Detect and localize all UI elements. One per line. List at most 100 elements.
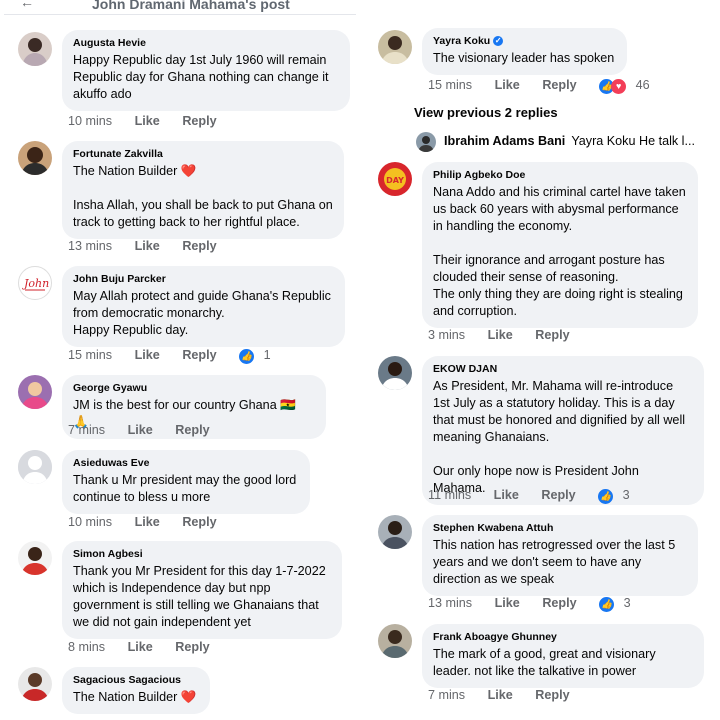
- reaction-count: 3: [622, 488, 630, 502]
- comment-time: 10 mins: [68, 515, 113, 529]
- right-comments-panel: Yayra Koku ✓ The visionary leader has spo…: [364, 0, 716, 720]
- reply-button[interactable]: Reply: [175, 640, 209, 654]
- comment-time: 7 mins: [68, 423, 106, 437]
- comment-actions: 15 mins Like Reply 👍 1: [68, 348, 290, 364]
- comment-actions: 15 mins Like Reply 👍 ♥ 46: [428, 78, 669, 94]
- comment-bubble: Asieduwas Eve Thank u Mr president may t…: [62, 450, 310, 514]
- avatar[interactable]: DAY: [378, 162, 412, 196]
- commenter-name[interactable]: EKOW DJAN: [433, 363, 693, 376]
- commenter-name[interactable]: John Buju Parcker: [73, 273, 334, 286]
- commenter-name[interactable]: Frank Aboagye Ghunney: [433, 631, 693, 644]
- comment-time: 7 mins: [428, 688, 466, 702]
- comment-text: As President, Mr. Mahama will re-introdu…: [433, 379, 686, 495]
- comment-text: Nana Addo and his criminal cartel have t…: [433, 185, 686, 318]
- reaction-summary[interactable]: 👍 3: [599, 596, 650, 612]
- commenter-name[interactable]: Philip Agbeko Doe: [433, 169, 687, 182]
- comment-text: The Nation Builder ❤️: [73, 690, 197, 704]
- comment-bubble: Fortunate Zakvilla The Nation Builder ❤️…: [62, 141, 344, 239]
- left-comments-panel: ← John Dramani Mahama's post Augusta Hev…: [4, 0, 356, 720]
- comment-text: May Allah protect and guide Ghana's Repu…: [73, 289, 331, 337]
- comment-actions: 8 mins Like Reply: [68, 640, 229, 654]
- comment-time: 15 mins: [428, 78, 473, 92]
- comment-actions: 10 mins Like Reply: [68, 515, 236, 529]
- comment-text: The Nation Builder ❤️ Insha Allah, you s…: [73, 164, 333, 229]
- comment-actions: 13 mins Like Reply: [68, 239, 236, 253]
- comment-time: 15 mins: [68, 348, 113, 362]
- comment-text: Happy Republic day 1st July 1960 will re…: [73, 53, 329, 101]
- reply-button[interactable]: Reply: [182, 515, 216, 529]
- comment-text: Thank u Mr president may the good lord c…: [73, 473, 297, 504]
- reaction-summary[interactable]: 👍 ♥ 46: [599, 78, 669, 94]
- avatar[interactable]: [18, 375, 52, 409]
- avatar[interactable]: John: [18, 266, 52, 300]
- comment-bubble: John Buju Parcker May Allah protect and …: [62, 266, 345, 347]
- reply-button[interactable]: Reply: [541, 488, 575, 502]
- reply-preview[interactable]: Ibrahim Adams Bani Yayra Koku He talk l..…: [416, 132, 716, 152]
- like-button[interactable]: Like: [494, 488, 519, 502]
- like-button[interactable]: Like: [128, 640, 153, 654]
- avatar[interactable]: [18, 667, 52, 701]
- commenter-name[interactable]: Yayra Koku ✓: [433, 35, 616, 48]
- like-button[interactable]: Like: [135, 348, 160, 362]
- avatar[interactable]: [378, 515, 412, 549]
- avatar[interactable]: [18, 141, 52, 175]
- like-button[interactable]: Like: [495, 78, 520, 92]
- like-button[interactable]: Like: [135, 239, 160, 253]
- commenter-name[interactable]: Augusta Hevie: [73, 37, 339, 50]
- comment-text: The mark of a good, great and visionary …: [433, 647, 656, 678]
- heart-icon: ♥: [611, 79, 627, 94]
- reaction-summary[interactable]: 👍 3: [598, 488, 649, 504]
- comment-bubble: Philip Agbeko Doe Nana Addo and his crim…: [422, 162, 698, 328]
- view-previous-replies-link[interactable]: View previous 2 replies: [414, 105, 558, 120]
- reply-button[interactable]: Reply: [542, 78, 576, 92]
- reply-button[interactable]: Reply: [175, 423, 209, 437]
- commenter-name[interactable]: Asieduwas Eve: [73, 457, 299, 470]
- avatar[interactable]: [378, 30, 412, 64]
- like-button[interactable]: Like: [488, 328, 513, 342]
- like-button[interactable]: Like: [135, 114, 160, 128]
- reply-snippet: Yayra Koku He talk l...: [571, 134, 695, 148]
- comment-actions: 3 mins Like Reply: [428, 328, 589, 342]
- commenter-name[interactable]: Stephen Kwabena Attuh: [433, 522, 687, 535]
- reaction-summary[interactable]: 👍 1: [239, 348, 290, 364]
- reply-button[interactable]: Reply: [182, 348, 216, 362]
- reply-preview-text: Ibrahim Adams Bani Yayra Koku He talk l..…: [444, 134, 695, 148]
- commenter-name-text: Yayra Koku: [433, 35, 491, 47]
- commenter-name[interactable]: George Gyawu: [73, 382, 315, 395]
- like-button[interactable]: Like: [135, 515, 160, 529]
- reply-button[interactable]: Reply: [535, 688, 569, 702]
- avatar[interactable]: [378, 624, 412, 658]
- comment-time: 10 mins: [68, 114, 113, 128]
- commenter-name[interactable]: Sagacious Sagacious: [73, 674, 199, 687]
- reply-button[interactable]: Reply: [182, 239, 216, 253]
- comment-time: 11 mins: [428, 488, 472, 502]
- post-title: John Dramani Mahama's post: [92, 0, 290, 12]
- reply-button[interactable]: Reply: [535, 328, 569, 342]
- avatar[interactable]: [18, 32, 52, 66]
- like-button[interactable]: Like: [495, 596, 520, 610]
- avatar[interactable]: [18, 450, 52, 484]
- comment-text: Thank you Mr President for this day 1-7-…: [73, 564, 326, 629]
- comment-actions: 13 mins Like Reply 👍 3: [428, 596, 650, 612]
- thumbs-up-icon: 👍: [599, 597, 615, 612]
- comment-time: 13 mins: [428, 596, 473, 610]
- comment-actions: 7 mins Like Reply: [428, 688, 589, 702]
- like-button[interactable]: Like: [128, 423, 153, 437]
- commenter-name[interactable]: Simon Agbesi: [73, 548, 331, 561]
- comment-bubble: EKOW DJAN As President, Mr. Mahama will …: [422, 356, 704, 505]
- back-arrow-icon[interactable]: ←: [20, 0, 34, 10]
- reaction-count: 46: [635, 78, 650, 92]
- commenter-name[interactable]: Fortunate Zakvilla: [73, 148, 333, 161]
- like-button[interactable]: Like: [488, 688, 513, 702]
- reply-author: Ibrahim Adams Bani: [444, 134, 566, 148]
- thumbs-up-icon: 👍: [239, 349, 255, 364]
- avatar[interactable]: [378, 356, 412, 390]
- comment-actions: 10 mins Like Reply: [68, 114, 236, 128]
- avatar[interactable]: [416, 132, 436, 152]
- avatar[interactable]: [18, 541, 52, 575]
- reply-button[interactable]: Reply: [182, 114, 216, 128]
- comment-time: 13 mins: [68, 239, 113, 253]
- reply-button[interactable]: Reply: [542, 596, 576, 610]
- verified-badge-icon: ✓: [493, 36, 504, 47]
- comment-text: The visionary leader has spoken: [433, 51, 615, 65]
